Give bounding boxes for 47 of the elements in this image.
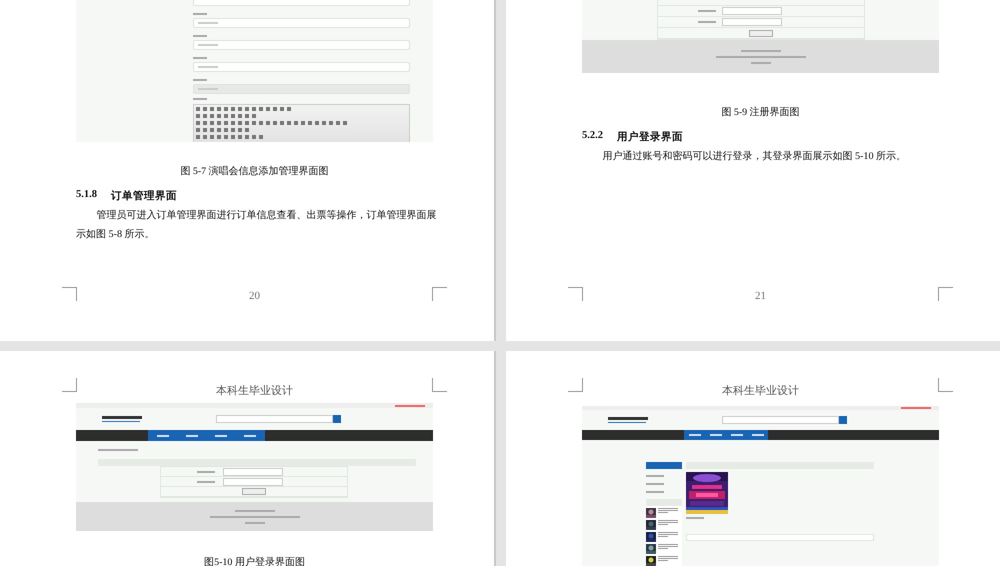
section-heading: 订单管理界面 — [111, 189, 177, 203]
site-logo — [102, 416, 142, 422]
page-header: 本科生毕业设计 — [215, 384, 294, 398]
crop-mark — [62, 378, 77, 392]
text-line — [646, 475, 664, 477]
text-line — [901, 407, 931, 410]
text-line — [198, 44, 218, 46]
crop-mark — [432, 287, 447, 301]
page-header: 本科生毕业设计 — [721, 384, 800, 398]
text-line — [193, 57, 207, 59]
text-line — [646, 491, 664, 493]
section-bar — [646, 499, 682, 506]
text-line — [198, 66, 218, 68]
text-line — [698, 10, 716, 12]
text-line — [193, 13, 207, 15]
site-logo — [608, 417, 648, 424]
crop-mark — [568, 378, 583, 392]
input-field — [722, 7, 782, 15]
text-line — [646, 483, 664, 485]
crop-mark — [568, 287, 583, 301]
input-field — [223, 468, 283, 476]
text-line — [193, 35, 207, 37]
text-line — [193, 79, 207, 81]
crop-mark — [938, 378, 953, 392]
input-field — [223, 478, 283, 486]
text-line — [197, 480, 215, 482]
figure-caption: 图 5-7 演唱会信息添加管理界面图 — [179, 164, 330, 178]
section-number: 5.2.2 — [582, 130, 603, 143]
page-number: 20 — [249, 290, 260, 304]
figure-caption: 图5-10 用户登录界面图 — [203, 556, 306, 566]
crop-mark — [432, 378, 447, 392]
figure-caption: 图 5-9 注册界面图 — [720, 106, 801, 119]
text-line — [197, 470, 215, 472]
text-line — [193, 98, 207, 100]
crop-mark — [62, 287, 77, 301]
crop-mark — [938, 287, 953, 301]
body-paragraph: 管理员可进入订单管理界面进行订单信息查看、出票等操作，订单管理界面展示如图 5-8 所示。 — [76, 208, 437, 242]
text-line — [395, 404, 425, 406]
text-line — [98, 449, 138, 451]
text-line — [198, 22, 218, 24]
section-number: 5.1.8 — [76, 189, 97, 202]
text-line — [686, 517, 704, 519]
body-paragraph: 用户通过账号和密码可以进行登录，其登录界面展示如图 5-10 所示。 — [601, 150, 908, 164]
input-field — [722, 18, 782, 26]
section-heading: 用户登录界面 — [617, 130, 683, 144]
page-number: 21 — [755, 290, 766, 304]
text-line — [698, 21, 716, 23]
